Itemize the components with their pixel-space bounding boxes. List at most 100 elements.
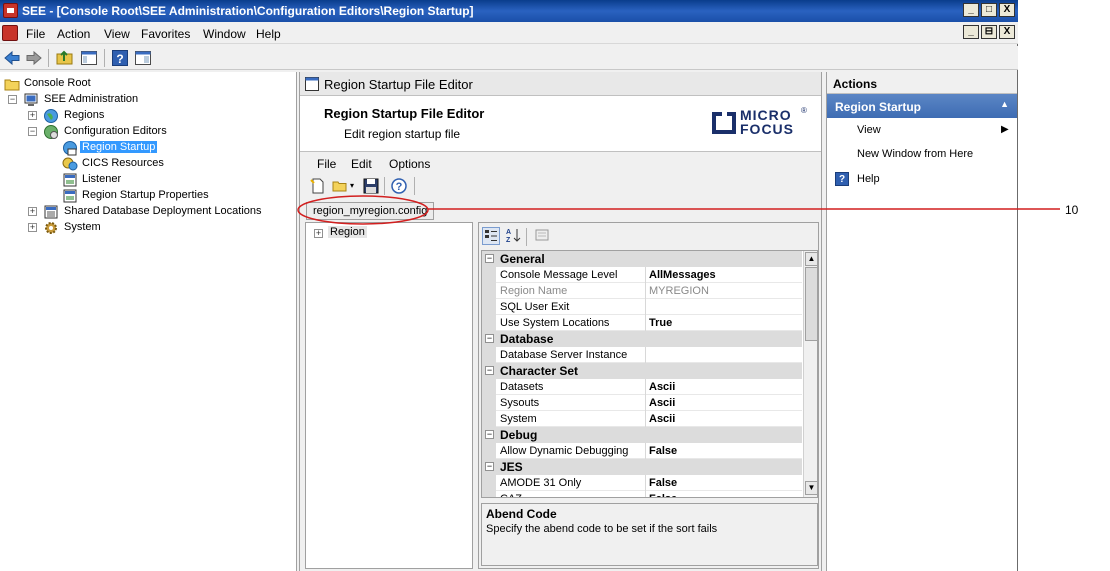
action-new-window-from-here[interactable]: New Window from Here bbox=[857, 148, 973, 160]
expand-toggle[interactable]: + bbox=[28, 207, 37, 216]
property-row[interactable]: System Ascii bbox=[482, 411, 802, 427]
collapse-toggle[interactable]: − bbox=[8, 95, 17, 104]
editor-menu-file[interactable]: File bbox=[317, 157, 336, 171]
action-view[interactable]: View bbox=[857, 124, 881, 136]
banner-subtitle: Edit region startup file bbox=[344, 127, 461, 141]
property-row[interactable]: Database Server Instance bbox=[482, 347, 802, 363]
menu-window[interactable]: Window bbox=[203, 27, 246, 41]
categorized-view-icon[interactable] bbox=[482, 227, 500, 245]
property-value[interactable]: AllMessages bbox=[645, 267, 802, 283]
config-tree-label: Region bbox=[328, 226, 367, 238]
property-value[interactable]: Ascii bbox=[645, 379, 802, 395]
minimize-button[interactable]: _ bbox=[963, 3, 979, 17]
property-grid-scrollbar[interactable]: ▲ ▼ bbox=[803, 251, 817, 497]
title-bar[interactable]: SEE - [Console Root\SEE Administration\C… bbox=[0, 0, 1018, 22]
collapse-toggle[interactable]: − bbox=[485, 334, 494, 343]
property-value[interactable]: True bbox=[645, 315, 802, 331]
expand-toggle[interactable]: + bbox=[314, 229, 323, 238]
collapse-toggle[interactable]: − bbox=[485, 366, 494, 375]
tree-item-label: CICS Resources bbox=[82, 157, 164, 169]
property-value[interactable]: False bbox=[645, 475, 802, 491]
property-row[interactable]: Allow Dynamic Debugging False bbox=[482, 443, 802, 459]
child-minimize-button[interactable]: _ bbox=[963, 25, 979, 39]
new-file-icon[interactable] bbox=[309, 177, 327, 195]
child-close-button[interactable]: X bbox=[999, 25, 1015, 39]
property-row[interactable]: Region Name MYREGION bbox=[482, 283, 802, 299]
cics-resources-icon bbox=[62, 157, 78, 171]
back-arrow-icon[interactable] bbox=[3, 49, 21, 67]
property-value[interactable]: False bbox=[645, 443, 802, 459]
property-value[interactable]: MYREGION bbox=[645, 283, 802, 299]
category-jes[interactable]: − JES bbox=[482, 459, 802, 475]
svg-text:?: ? bbox=[396, 181, 403, 193]
collapse-up-icon[interactable]: ▲ bbox=[1000, 99, 1009, 109]
property-row[interactable]: SQL User Exit bbox=[482, 299, 802, 315]
category-general[interactable]: − General bbox=[482, 251, 802, 267]
file-tab-region-myregion-config[interactable]: region_myregion.config bbox=[306, 202, 435, 220]
expand-toggle[interactable]: + bbox=[28, 223, 37, 232]
show-hide-action-pane-icon[interactable] bbox=[134, 49, 152, 67]
help-icon: ? bbox=[835, 172, 849, 186]
close-button[interactable]: X bbox=[999, 3, 1015, 17]
actions-section-region-startup[interactable]: Region Startup ▲ bbox=[827, 94, 1017, 118]
editor-menu-options[interactable]: Options bbox=[389, 157, 430, 171]
menu-action[interactable]: Action bbox=[57, 27, 90, 41]
scroll-up-arrow-icon[interactable]: ▲ bbox=[805, 252, 817, 266]
property-pages-icon[interactable] bbox=[533, 227, 551, 245]
property-value[interactable] bbox=[645, 299, 802, 315]
property-value[interactable]: Ascii bbox=[645, 395, 802, 411]
menu-favorites[interactable]: Favorites bbox=[141, 27, 190, 41]
show-hide-tree-icon[interactable] bbox=[80, 49, 98, 67]
mmc-window: SEE - [Console Root\SEE Administration\C… bbox=[0, 0, 1018, 571]
actions-header: Actions bbox=[827, 72, 1017, 94]
tree-item-label: Listener bbox=[82, 173, 122, 185]
expand-toggle[interactable]: + bbox=[28, 111, 37, 120]
app-icon bbox=[3, 3, 18, 18]
editor-banner: Region Startup File Editor Edit region s… bbox=[300, 96, 821, 152]
window-title: SEE - [Console Root\SEE Administration\C… bbox=[22, 4, 474, 18]
collapse-toggle[interactable]: − bbox=[28, 127, 37, 136]
actions-section-label: Region Startup bbox=[835, 100, 921, 114]
collapse-toggle[interactable]: − bbox=[485, 430, 494, 439]
property-row[interactable]: Console Message Level AllMessages bbox=[482, 267, 802, 283]
category-database[interactable]: − Database bbox=[482, 331, 802, 347]
sort-alphabetical-icon[interactable]: AZ bbox=[504, 227, 522, 245]
property-row[interactable]: AMODE 31 Only False bbox=[482, 475, 802, 491]
category-debug[interactable]: − Debug bbox=[482, 427, 802, 443]
property-row[interactable]: Use System Locations True bbox=[482, 315, 802, 331]
collapse-toggle[interactable]: − bbox=[485, 254, 494, 263]
property-value[interactable]: False bbox=[645, 491, 802, 497]
property-value[interactable]: Ascii bbox=[645, 411, 802, 427]
menu-view[interactable]: View bbox=[104, 27, 130, 41]
property-row[interactable]: Datasets Ascii bbox=[482, 379, 802, 395]
child-restore-button[interactable]: ⊟ bbox=[981, 25, 997, 39]
category-character-set[interactable]: − Character Set bbox=[482, 363, 802, 379]
property-name: Sysouts bbox=[500, 397, 540, 409]
help-icon[interactable]: ? bbox=[111, 49, 129, 67]
forward-arrow-icon[interactable] bbox=[25, 49, 43, 67]
menu-help[interactable]: Help bbox=[256, 27, 281, 41]
logo-text-focus: FOCUS bbox=[740, 121, 794, 137]
property-value[interactable] bbox=[645, 347, 802, 363]
editor-menu-edit[interactable]: Edit bbox=[351, 157, 372, 171]
main-toolbar: ? bbox=[0, 46, 1018, 70]
menu-file[interactable]: File bbox=[26, 27, 45, 41]
help-circle-icon[interactable]: ? bbox=[390, 177, 408, 195]
category-label: Database bbox=[500, 332, 554, 346]
action-help[interactable]: Help bbox=[857, 173, 880, 185]
config-tree: + Region bbox=[305, 222, 473, 569]
maximize-button[interactable]: □ bbox=[981, 3, 997, 17]
property-row[interactable]: CAZ False bbox=[482, 491, 802, 497]
open-dropdown-arrow-icon[interactable]: ▾ bbox=[348, 177, 356, 195]
scroll-down-arrow-icon[interactable]: ▼ bbox=[805, 481, 817, 495]
scroll-thumb[interactable] bbox=[805, 267, 817, 341]
collapse-toggle[interactable]: − bbox=[485, 462, 494, 471]
banner-title: Region Startup File Editor bbox=[324, 106, 485, 121]
computer-icon bbox=[24, 93, 38, 106]
document-icon[interactable] bbox=[2, 25, 18, 41]
up-folder-icon[interactable] bbox=[56, 49, 74, 67]
action-label: View bbox=[857, 124, 881, 136]
property-row[interactable]: Sysouts Ascii bbox=[482, 395, 802, 411]
save-icon[interactable] bbox=[362, 177, 380, 195]
micro-focus-logo: MICRO FOCUS ® bbox=[712, 106, 810, 138]
